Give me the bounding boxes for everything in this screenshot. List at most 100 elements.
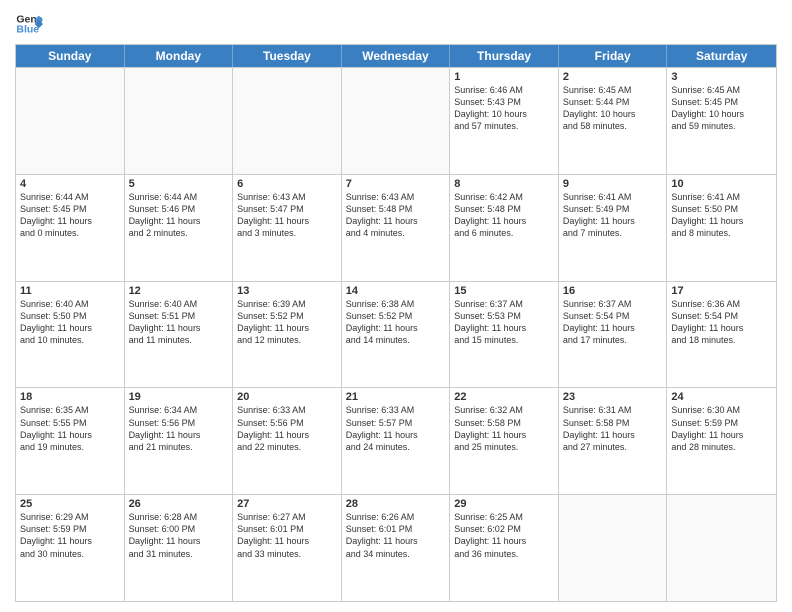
day-number: 5 — [129, 178, 229, 190]
day-cell-4: 4Sunrise: 6:44 AM Sunset: 5:45 PM Daylig… — [16, 175, 125, 281]
calendar-header: SundayMondayTuesdayWednesdayThursdayFrid… — [16, 45, 776, 67]
day-cell-26: 26Sunrise: 6:28 AM Sunset: 6:00 PM Dayli… — [125, 495, 234, 601]
weekday-header-saturday: Saturday — [667, 45, 776, 67]
calendar-row-0: 1Sunrise: 6:46 AM Sunset: 5:43 PM Daylig… — [16, 67, 776, 174]
day-info: Sunrise: 6:43 AM Sunset: 5:48 PM Dayligh… — [346, 191, 446, 240]
page: General Blue SundayMondayTuesdayWednesda… — [0, 0, 792, 612]
empty-cell-4-6 — [667, 495, 776, 601]
day-number: 14 — [346, 285, 446, 297]
day-number: 10 — [671, 178, 772, 190]
day-info: Sunrise: 6:31 AM Sunset: 5:58 PM Dayligh… — [563, 404, 663, 453]
day-cell-24: 24Sunrise: 6:30 AM Sunset: 5:59 PM Dayli… — [667, 388, 776, 494]
day-number: 22 — [454, 391, 554, 403]
day-info: Sunrise: 6:25 AM Sunset: 6:02 PM Dayligh… — [454, 511, 554, 560]
weekday-header-thursday: Thursday — [450, 45, 559, 67]
empty-cell-0-3 — [342, 68, 451, 174]
day-number: 15 — [454, 285, 554, 297]
day-info: Sunrise: 6:35 AM Sunset: 5:55 PM Dayligh… — [20, 404, 120, 453]
day-info: Sunrise: 6:34 AM Sunset: 5:56 PM Dayligh… — [129, 404, 229, 453]
day-cell-11: 11Sunrise: 6:40 AM Sunset: 5:50 PM Dayli… — [16, 282, 125, 388]
day-number: 16 — [563, 285, 663, 297]
day-number: 26 — [129, 498, 229, 510]
day-info: Sunrise: 6:37 AM Sunset: 5:54 PM Dayligh… — [563, 298, 663, 347]
calendar-row-1: 4Sunrise: 6:44 AM Sunset: 5:45 PM Daylig… — [16, 174, 776, 281]
day-cell-5: 5Sunrise: 6:44 AM Sunset: 5:46 PM Daylig… — [125, 175, 234, 281]
day-cell-2: 2Sunrise: 6:45 AM Sunset: 5:44 PM Daylig… — [559, 68, 668, 174]
day-info: Sunrise: 6:43 AM Sunset: 5:47 PM Dayligh… — [237, 191, 337, 240]
day-info: Sunrise: 6:27 AM Sunset: 6:01 PM Dayligh… — [237, 511, 337, 560]
day-info: Sunrise: 6:40 AM Sunset: 5:51 PM Dayligh… — [129, 298, 229, 347]
day-info: Sunrise: 6:38 AM Sunset: 5:52 PM Dayligh… — [346, 298, 446, 347]
day-info: Sunrise: 6:30 AM Sunset: 5:59 PM Dayligh… — [671, 404, 772, 453]
day-cell-27: 27Sunrise: 6:27 AM Sunset: 6:01 PM Dayli… — [233, 495, 342, 601]
empty-cell-4-5 — [559, 495, 668, 601]
day-info: Sunrise: 6:39 AM Sunset: 5:52 PM Dayligh… — [237, 298, 337, 347]
header: General Blue — [15, 10, 777, 38]
day-number: 7 — [346, 178, 446, 190]
day-cell-12: 12Sunrise: 6:40 AM Sunset: 5:51 PM Dayli… — [125, 282, 234, 388]
empty-cell-0-2 — [233, 68, 342, 174]
day-cell-13: 13Sunrise: 6:39 AM Sunset: 5:52 PM Dayli… — [233, 282, 342, 388]
day-cell-23: 23Sunrise: 6:31 AM Sunset: 5:58 PM Dayli… — [559, 388, 668, 494]
day-info: Sunrise: 6:26 AM Sunset: 6:01 PM Dayligh… — [346, 511, 446, 560]
day-number: 12 — [129, 285, 229, 297]
day-number: 28 — [346, 498, 446, 510]
day-cell-14: 14Sunrise: 6:38 AM Sunset: 5:52 PM Dayli… — [342, 282, 451, 388]
day-cell-25: 25Sunrise: 6:29 AM Sunset: 5:59 PM Dayli… — [16, 495, 125, 601]
empty-cell-0-0 — [16, 68, 125, 174]
calendar-row-4: 25Sunrise: 6:29 AM Sunset: 5:59 PM Dayli… — [16, 494, 776, 601]
day-number: 27 — [237, 498, 337, 510]
day-cell-28: 28Sunrise: 6:26 AM Sunset: 6:01 PM Dayli… — [342, 495, 451, 601]
day-info: Sunrise: 6:45 AM Sunset: 5:44 PM Dayligh… — [563, 84, 663, 133]
day-cell-15: 15Sunrise: 6:37 AM Sunset: 5:53 PM Dayli… — [450, 282, 559, 388]
weekday-header-friday: Friday — [559, 45, 668, 67]
logo: General Blue — [15, 10, 47, 38]
day-number: 8 — [454, 178, 554, 190]
day-cell-10: 10Sunrise: 6:41 AM Sunset: 5:50 PM Dayli… — [667, 175, 776, 281]
day-number: 2 — [563, 71, 663, 83]
day-info: Sunrise: 6:46 AM Sunset: 5:43 PM Dayligh… — [454, 84, 554, 133]
day-cell-20: 20Sunrise: 6:33 AM Sunset: 5:56 PM Dayli… — [233, 388, 342, 494]
day-cell-3: 3Sunrise: 6:45 AM Sunset: 5:45 PM Daylig… — [667, 68, 776, 174]
day-info: Sunrise: 6:41 AM Sunset: 5:50 PM Dayligh… — [671, 191, 772, 240]
day-cell-8: 8Sunrise: 6:42 AM Sunset: 5:48 PM Daylig… — [450, 175, 559, 281]
day-number: 19 — [129, 391, 229, 403]
day-info: Sunrise: 6:45 AM Sunset: 5:45 PM Dayligh… — [671, 84, 772, 133]
weekday-header-sunday: Sunday — [16, 45, 125, 67]
day-number: 18 — [20, 391, 120, 403]
day-cell-22: 22Sunrise: 6:32 AM Sunset: 5:58 PM Dayli… — [450, 388, 559, 494]
day-number: 4 — [20, 178, 120, 190]
day-cell-6: 6Sunrise: 6:43 AM Sunset: 5:47 PM Daylig… — [233, 175, 342, 281]
day-number: 17 — [671, 285, 772, 297]
logo-icon: General Blue — [15, 10, 43, 38]
day-cell-18: 18Sunrise: 6:35 AM Sunset: 5:55 PM Dayli… — [16, 388, 125, 494]
calendar-row-3: 18Sunrise: 6:35 AM Sunset: 5:55 PM Dayli… — [16, 387, 776, 494]
empty-cell-0-1 — [125, 68, 234, 174]
day-number: 6 — [237, 178, 337, 190]
calendar-body: 1Sunrise: 6:46 AM Sunset: 5:43 PM Daylig… — [16, 67, 776, 601]
day-info: Sunrise: 6:44 AM Sunset: 5:46 PM Dayligh… — [129, 191, 229, 240]
day-info: Sunrise: 6:41 AM Sunset: 5:49 PM Dayligh… — [563, 191, 663, 240]
calendar-row-2: 11Sunrise: 6:40 AM Sunset: 5:50 PM Dayli… — [16, 281, 776, 388]
day-number: 11 — [20, 285, 120, 297]
day-number: 3 — [671, 71, 772, 83]
day-info: Sunrise: 6:36 AM Sunset: 5:54 PM Dayligh… — [671, 298, 772, 347]
day-number: 13 — [237, 285, 337, 297]
weekday-header-tuesday: Tuesday — [233, 45, 342, 67]
day-info: Sunrise: 6:44 AM Sunset: 5:45 PM Dayligh… — [20, 191, 120, 240]
day-info: Sunrise: 6:33 AM Sunset: 5:56 PM Dayligh… — [237, 404, 337, 453]
day-number: 29 — [454, 498, 554, 510]
calendar: SundayMondayTuesdayWednesdayThursdayFrid… — [15, 44, 777, 602]
day-cell-17: 17Sunrise: 6:36 AM Sunset: 5:54 PM Dayli… — [667, 282, 776, 388]
day-number: 20 — [237, 391, 337, 403]
day-cell-29: 29Sunrise: 6:25 AM Sunset: 6:02 PM Dayli… — [450, 495, 559, 601]
day-cell-7: 7Sunrise: 6:43 AM Sunset: 5:48 PM Daylig… — [342, 175, 451, 281]
day-cell-16: 16Sunrise: 6:37 AM Sunset: 5:54 PM Dayli… — [559, 282, 668, 388]
day-info: Sunrise: 6:29 AM Sunset: 5:59 PM Dayligh… — [20, 511, 120, 560]
day-cell-21: 21Sunrise: 6:33 AM Sunset: 5:57 PM Dayli… — [342, 388, 451, 494]
day-cell-9: 9Sunrise: 6:41 AM Sunset: 5:49 PM Daylig… — [559, 175, 668, 281]
day-number: 21 — [346, 391, 446, 403]
day-info: Sunrise: 6:28 AM Sunset: 6:00 PM Dayligh… — [129, 511, 229, 560]
day-number: 9 — [563, 178, 663, 190]
day-info: Sunrise: 6:40 AM Sunset: 5:50 PM Dayligh… — [20, 298, 120, 347]
